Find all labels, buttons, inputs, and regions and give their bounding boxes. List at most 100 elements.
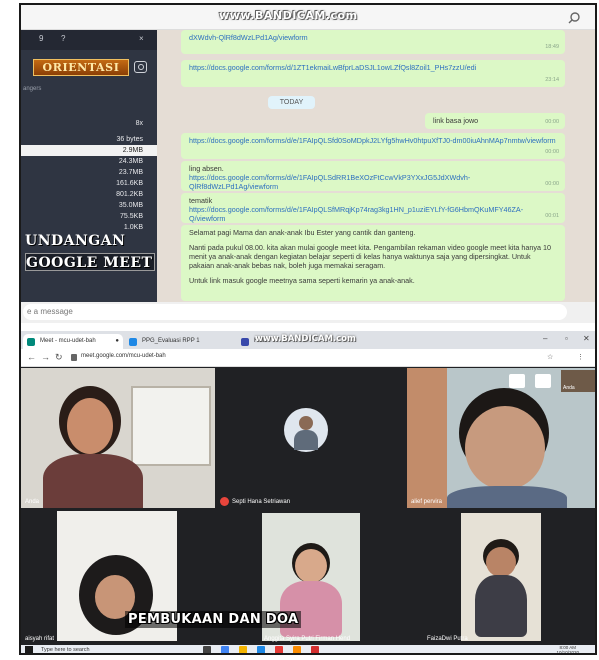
chat-window: www.BANDICAM.com 9 ? × ORIENTASI angers … (21, 5, 595, 323)
mail-icon[interactable] (257, 646, 265, 653)
meet-window: Meet - mcu-udet-bah ● PPG_Evaluasi RPP 1… (21, 331, 595, 655)
ppg-icon (129, 338, 137, 346)
participant-face (67, 398, 113, 454)
file-size: 24.3MB (118, 158, 143, 165)
message-time: 00:00 (545, 181, 559, 187)
tab-label: Meet - mcu-udet-bah (40, 338, 96, 344)
participant-body (43, 454, 143, 508)
message-link[interactable]: https://docs.google.com/forms/d/e/1FAIpQ… (189, 136, 556, 145)
back-icon[interactable]: ← (27, 352, 36, 362)
help-icon[interactable]: ? (61, 34, 65, 43)
background-wall (407, 368, 447, 508)
message-link[interactable]: https://docs.google.com/forms/d/e/1FAIpQ… (189, 173, 470, 191)
close-tab-icon[interactable]: ● (115, 334, 119, 349)
menu-icon[interactable]: ⋮ (577, 353, 584, 361)
chat-message: ling absen. https://docs.google.com/form… (181, 161, 565, 191)
bandicam-watermark: www.BANDICAM.com (219, 9, 358, 22)
participant-name: Anggita Syira Putri Firman Hend (264, 636, 351, 642)
close-window-icon[interactable]: ✕ (583, 334, 590, 343)
clock-date: 10/10/2020 (556, 650, 579, 655)
date-divider: TODAY (268, 96, 315, 109)
app-icon[interactable] (293, 646, 301, 653)
chat-message: link basa jowo 00:00 (425, 113, 565, 129)
grid-layout-icon[interactable] (509, 374, 525, 388)
participant-tile[interactable]: Anda alief pervira (407, 368, 595, 508)
google-meet-overlay: GOOGLE MEET (25, 253, 155, 271)
browser-tab-strip: Meet - mcu-udet-bah ● PPG_Evaluasi RPP 1… (21, 331, 595, 349)
file-size: 23.7MB (118, 169, 143, 176)
windows-start-icon[interactable] (25, 646, 33, 653)
message-time: 00:00 (545, 119, 559, 125)
search-icon[interactable] (567, 11, 581, 25)
compose-bar: e a message (21, 302, 595, 323)
sidebar-header: 9 ? × (21, 30, 157, 50)
chat-message-announcement: Selamat pagi Mama dan anak-anak Ibu Este… (181, 225, 565, 301)
meet-icon (27, 338, 35, 346)
participant-tile[interactable]: FaizaDwi Putra (407, 509, 595, 645)
participant-face (486, 547, 516, 577)
message-time: 23:14 (545, 77, 559, 83)
taskbar-search[interactable]: Type here to search (41, 645, 90, 653)
message-input[interactable]: e a message (23, 304, 567, 320)
message-link[interactable]: dXWdvh-QlRf8dWzLPd1Ag/viewform (189, 33, 308, 42)
chat-message: tematik https://docs.google.com/forms/d/… (181, 193, 565, 223)
message-text: link basa jowo (433, 116, 479, 125)
chat-message: https://docs.google.com/forms/d/1ZT1ekma… (181, 60, 565, 87)
message-paragraph: Nanti pada pukul 08.00. kita akan mulai … (189, 243, 552, 270)
taskbar-clock[interactable]: 8:00 AM 10/10/2020 (556, 645, 579, 655)
explorer-icon[interactable] (239, 646, 247, 653)
minimize-icon[interactable]: – (543, 334, 547, 343)
sidebar-sub-value: 8x (135, 120, 143, 127)
message-link[interactable]: https://docs.google.com/forms/d/e/1FAIpQ… (189, 205, 523, 223)
file-size-selected[interactable]: 2.9MB (21, 145, 157, 156)
chat-icon[interactable] (535, 374, 551, 388)
tab-ppg[interactable]: PPG_Evaluasi RPP 1 (125, 334, 235, 349)
whiteboard (131, 386, 211, 466)
self-preview: Anda (561, 370, 595, 392)
message-paragraph: Selamat pagi Mama dan anak-anak Ibu Este… (189, 228, 416, 237)
participant-face (295, 549, 327, 583)
participant-name: FaizaDwi Putra (427, 636, 468, 642)
message-time: 00:01 (545, 213, 559, 219)
file-size: 801.2KB (116, 191, 143, 198)
participant-tile[interactable]: Septi Hana Setriawan (216, 368, 406, 508)
lock-icon (71, 354, 77, 361)
avatar-head (299, 416, 313, 430)
hika-icon (241, 338, 249, 346)
self-preview-label: Anda (563, 385, 575, 391)
participant-body (447, 486, 567, 508)
sidebar-icon-1[interactable]: 9 (39, 34, 43, 43)
screenshot-frame: www.BANDICAM.com 9 ? × ORIENTASI angers … (19, 3, 597, 655)
message-link[interactable]: https://docs.google.com/forms/d/1ZT1ekma… (189, 63, 476, 72)
maximize-icon[interactable]: ▫ (565, 334, 568, 343)
task-view-icon[interactable] (203, 646, 211, 653)
file-size: 35.0MB (118, 202, 143, 209)
participant-body (280, 581, 342, 637)
avatar (284, 408, 328, 452)
participant-initial-badge (220, 497, 229, 506)
chrome-icon[interactable] (221, 646, 229, 653)
app-icon[interactable] (275, 646, 283, 653)
url-input[interactable]: meet.google.com/mcu-udet-bah (81, 353, 166, 359)
video-caption: PEMBUKAAN DAN DOA (125, 611, 302, 628)
close-icon[interactable]: × (139, 34, 144, 43)
windows-taskbar: Type here to search 8:00 AM 10/10/2020 (21, 645, 595, 655)
orientasi-banner: ORIENTASI (33, 59, 129, 76)
bandicam-icon[interactable] (311, 646, 319, 653)
participant-name: Septi Hana Setriawan (232, 499, 291, 505)
chat-header: www.BANDICAM.com (21, 5, 595, 30)
avatar-body (294, 430, 318, 450)
message-time: 18:49 (545, 44, 559, 50)
participant-face (465, 406, 545, 490)
message-paragraph: Untuk link masuk google meetnya sama sep… (189, 276, 415, 285)
participant-tile[interactable]: Anda (21, 368, 215, 508)
bandicam-watermark: www.BANDICAM.com (255, 334, 356, 344)
undangan-overlay: UNDANGAN (25, 233, 126, 249)
forward-icon[interactable]: → (41, 352, 50, 362)
tab-meet[interactable]: Meet - mcu-udet-bah ● (23, 334, 123, 349)
camera-icon[interactable] (134, 61, 147, 73)
star-icon[interactable]: ☆ (547, 353, 553, 361)
chat-message: https://docs.google.com/forms/d/e/1FAIpQ… (181, 133, 565, 159)
reload-icon[interactable]: ↻ (55, 352, 63, 363)
chat-message: dXWdvh-QlRf8dWzLPd1Ag/viewform 18:49 (181, 30, 565, 54)
